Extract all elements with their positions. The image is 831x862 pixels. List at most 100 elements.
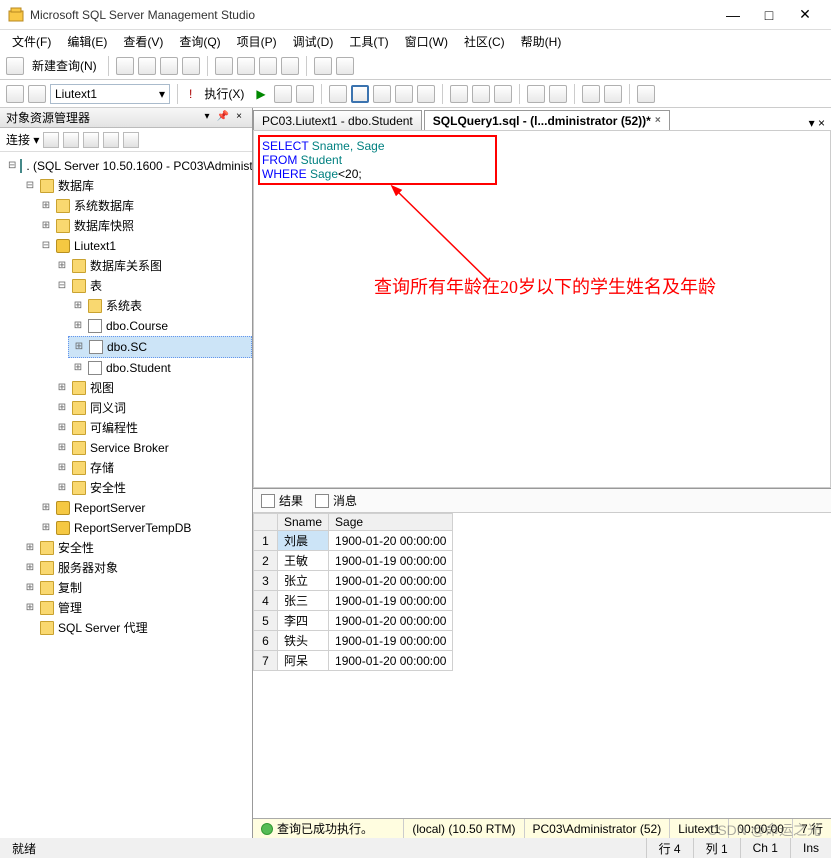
pin-icon[interactable]: 📌: [216, 111, 230, 125]
tb2-ico-f[interactable]: [450, 85, 468, 103]
folder-icon: [40, 601, 54, 615]
tb2-ico-j[interactable]: [549, 85, 567, 103]
results-tab[interactable]: 结果: [261, 492, 303, 509]
results-grid-wrap[interactable]: SnameSage1刘晨1900-01-20 00:00:002王敏1900-0…: [253, 513, 831, 818]
conn-ico-5[interactable]: [123, 132, 139, 148]
tb2-ico-stop[interactable]: [274, 85, 292, 103]
tb2-ico-d[interactable]: [395, 85, 413, 103]
tree-agent: SQL Server 代理: [20, 618, 252, 638]
server-icon: [20, 159, 22, 173]
debug-icon[interactable]: ▶: [252, 87, 269, 101]
results-grid[interactable]: SnameSage1刘晨1900-01-20 00:00:002王敏1900-0…: [253, 513, 453, 671]
messages-tab[interactable]: 消息: [315, 492, 357, 509]
tb1-ico-9[interactable]: [314, 57, 332, 75]
status-col: 列 1: [693, 838, 740, 858]
tree-programmability: ⊞可编程性: [52, 418, 252, 438]
new-query-button[interactable]: 新建查询(N): [28, 57, 101, 74]
tb2-ico-h[interactable]: [494, 85, 512, 103]
menu-item[interactable]: 项目(P): [231, 31, 283, 52]
object-explorer-title: 对象资源管理器: [6, 109, 198, 126]
tabs-overflow-icon[interactable]: ▾ ×: [803, 116, 831, 130]
tree-databases: ⊟数据库: [20, 176, 252, 196]
menu-item[interactable]: 编辑(E): [61, 31, 113, 52]
sql-editor[interactable]: SELECT Sname, SageFROM StudentWHERE Sage…: [253, 130, 831, 488]
tab-sqlquery[interactable]: SQLQuery1.sql - (l...dministrator (52))*…: [424, 110, 670, 130]
tree-dbdiagram: ⊞数据库关系图: [52, 256, 252, 276]
connect-button[interactable]: 连接 ▾: [6, 131, 39, 148]
app-icon: [8, 7, 24, 23]
annotation-arrow: [254, 131, 814, 491]
tb2-ico-a[interactable]: [329, 85, 347, 103]
folder-icon: [40, 581, 54, 595]
tree-reportsvr: ⊞ReportServer: [36, 498, 252, 518]
tree-replication: ⊞复制: [20, 578, 252, 598]
tb1-ico-5[interactable]: [215, 57, 233, 75]
tb1-ico-7[interactable]: [259, 57, 277, 75]
tab-student[interactable]: PC03.Liutext1 - dbo.Student: [253, 110, 422, 130]
conn-ico-1[interactable]: [43, 132, 59, 148]
folder-icon: [56, 219, 70, 233]
object-tree[interactable]: ⊟. (SQL Server 10.50.1600 - PC03\Adminis…: [0, 152, 252, 838]
folder-icon: [72, 441, 86, 455]
query-status-server: (local) (10.50 RTM): [403, 819, 523, 838]
menu-item[interactable]: 窗口(W): [399, 31, 454, 52]
tb2-ico-font[interactable]: [637, 85, 655, 103]
tree-management: ⊞管理: [20, 598, 252, 618]
tb1-ico-8[interactable]: [281, 57, 299, 75]
database-combo[interactable]: Liutext1▾: [50, 84, 170, 104]
folder-icon: [56, 199, 70, 213]
tree-sc: ⊞dbo.SC: [68, 336, 252, 358]
tb1-ico-10[interactable]: [336, 57, 354, 75]
success-icon: [261, 823, 273, 835]
tb1-ico-3[interactable]: [160, 57, 178, 75]
tb2-ico-g[interactable]: [472, 85, 490, 103]
menu-item[interactable]: 调试(D): [287, 31, 340, 52]
tree-course: ⊞dbo.Course: [68, 316, 252, 336]
grid-icon: [261, 494, 275, 508]
menu-item[interactable]: 查看(V): [117, 31, 169, 52]
tb1-ico-4[interactable]: [182, 57, 200, 75]
close-button[interactable]: ✕: [787, 3, 823, 27]
query-status-user: PC03\Administrator (52): [524, 819, 670, 838]
table-icon: [88, 361, 102, 375]
new-query-icon[interactable]: [6, 57, 24, 75]
menu-item[interactable]: 查询(Q): [173, 31, 226, 52]
menu-item[interactable]: 帮助(H): [515, 31, 568, 52]
tb2-ico-1[interactable]: [28, 85, 46, 103]
title-bar: Microsoft SQL Server Management Studio —…: [0, 0, 831, 30]
menu-item[interactable]: 社区(C): [458, 31, 511, 52]
tb2-ico-indent[interactable]: [582, 85, 600, 103]
status-ch: Ch 1: [740, 838, 790, 858]
tree-student: ⊞dbo.Student: [68, 358, 252, 378]
tb1-ico-1[interactable]: [116, 57, 134, 75]
tb1-ico-2[interactable]: [138, 57, 156, 75]
tb2-ico-outdent[interactable]: [604, 85, 622, 103]
tb2-connect-icon[interactable]: [6, 85, 24, 103]
tb2-ico-c[interactable]: [373, 85, 391, 103]
conn-ico-4[interactable]: [103, 132, 119, 148]
database-icon: [56, 521, 70, 535]
pane-dropdown-icon[interactable]: ▾: [200, 111, 214, 125]
execute-icon[interactable]: !: [185, 87, 196, 101]
object-explorer-header: 对象资源管理器 ▾ 📌 ×: [0, 108, 252, 128]
tb2-ico-results-grid[interactable]: [351, 85, 369, 103]
tb2-ico-parse[interactable]: [296, 85, 314, 103]
tb2-ico-i[interactable]: [527, 85, 545, 103]
conn-ico-2[interactable]: [63, 132, 79, 148]
tree-dbsnap: ⊞数据库快照: [36, 216, 252, 236]
folder-icon: [72, 421, 86, 435]
results-tabs: 结果 消息: [253, 489, 831, 513]
menu-item[interactable]: 工具(T): [343, 31, 394, 52]
minimize-button[interactable]: —: [715, 3, 751, 27]
tree-liutext: ⊟Liutext1: [36, 236, 252, 256]
folder-icon: [72, 461, 86, 475]
tb2-ico-e[interactable]: [417, 85, 435, 103]
conn-ico-3[interactable]: [83, 132, 99, 148]
execute-button[interactable]: 执行(X): [200, 85, 248, 102]
tab-close-icon[interactable]: ×: [655, 115, 661, 126]
tb1-ico-6[interactable]: [237, 57, 255, 75]
tree-storage: ⊞存储: [52, 458, 252, 478]
pane-close-icon[interactable]: ×: [232, 111, 246, 125]
menu-item[interactable]: 文件(F): [6, 31, 57, 52]
maximize-button[interactable]: □: [751, 3, 787, 27]
